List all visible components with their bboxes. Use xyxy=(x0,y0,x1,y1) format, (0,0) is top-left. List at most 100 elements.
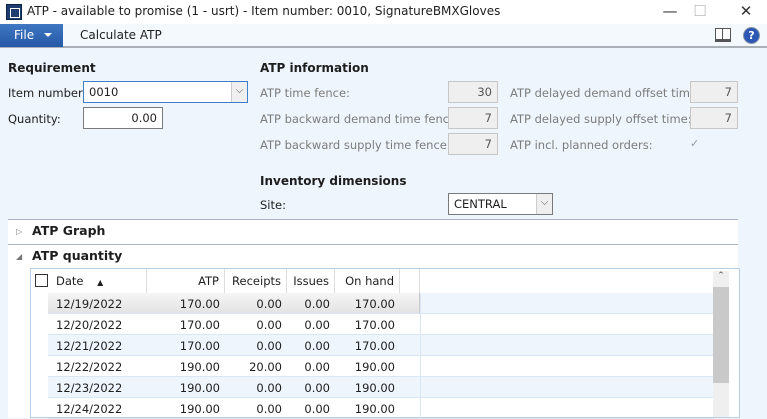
table-row[interactable]: 12/20/2022 170.00 0.00 0.00 170.00 xyxy=(48,314,714,335)
cell-on-hand[interactable]: 190.00 xyxy=(335,381,400,395)
inventory-dimensions-heading: Inventory dimensions xyxy=(260,174,407,188)
cell-receipts[interactable]: 0.00 xyxy=(225,339,287,353)
close-button[interactable]: ✕ xyxy=(731,2,761,20)
cell-date[interactable]: 12/23/2022 xyxy=(48,381,147,395)
table-row[interactable]: 12/23/2022 190.00 0.00 0.00 190.00 xyxy=(48,377,714,398)
item-number-field[interactable]: 0010 ⌵ xyxy=(83,81,248,103)
atp-quantity-title: ATP quantity xyxy=(32,248,123,263)
cell-atp[interactable]: 190.00 xyxy=(147,402,225,416)
atp-delayed-supply-label: ATP delayed supply offset time: xyxy=(510,112,692,126)
date-header-label: Date xyxy=(56,274,84,288)
cell-receipts[interactable]: 0.00 xyxy=(225,381,287,395)
column-header-issues[interactable]: Issues xyxy=(287,269,335,293)
cell-date[interactable]: 12/21/2022 xyxy=(48,339,147,353)
cell-date[interactable]: 12/22/2022 xyxy=(48,360,147,374)
atp-backward-supply-label: ATP backward supply time fence: xyxy=(260,138,451,152)
column-divider xyxy=(420,377,421,398)
cell-issues[interactable]: 0.00 xyxy=(287,297,335,311)
sort-ascending-icon: ▲ xyxy=(97,278,104,287)
column-divider xyxy=(420,293,421,314)
table-row[interactable]: 12/24/2022 190.00 0.00 0.00 190.00 xyxy=(48,398,714,419)
atp-graph-title: ATP Graph xyxy=(32,223,106,238)
title-bar: ATP - available to promise (1 - usrt) - … xyxy=(0,0,767,24)
site-value: CENTRAL xyxy=(454,197,507,211)
cell-issues[interactable]: 0.00 xyxy=(287,360,335,374)
site-field[interactable]: CENTRAL ⌵ xyxy=(448,193,553,215)
requirement-heading: Requirement xyxy=(8,61,96,75)
cell-receipts[interactable]: 0.00 xyxy=(225,318,287,332)
column-header-date[interactable]: Date ▲ xyxy=(48,269,147,293)
collapse-icon: ◢ xyxy=(16,252,23,261)
cell-issues[interactable]: 0.00 xyxy=(287,381,335,395)
scroll-up-icon[interactable]: ⌃ xyxy=(713,271,729,287)
app-logo-icon xyxy=(6,4,22,20)
help-icon[interactable]: ? xyxy=(743,27,760,44)
item-number-label: Item number: xyxy=(8,86,87,100)
select-all-checkbox[interactable] xyxy=(35,274,48,287)
item-number-value: 0010 xyxy=(89,85,119,99)
cell-issues[interactable]: 0.00 xyxy=(287,402,335,416)
cell-on-hand[interactable]: 190.00 xyxy=(335,402,400,416)
window-title: ATP - available to promise (1 - usrt) - … xyxy=(27,4,501,18)
cell-on-hand[interactable]: 170.00 xyxy=(335,339,400,353)
column-divider xyxy=(420,356,421,377)
cell-on-hand[interactable]: 170.00 xyxy=(335,297,400,311)
atp-delayed-supply-field: 7 xyxy=(690,107,738,129)
atp-quantity-section-header[interactable]: ◢ ATP quantity xyxy=(8,244,738,268)
file-label: File xyxy=(14,28,35,42)
column-divider xyxy=(420,314,421,335)
column-divider xyxy=(420,335,421,356)
cell-atp[interactable]: 190.00 xyxy=(147,381,225,395)
cell-on-hand[interactable]: 170.00 xyxy=(335,318,400,332)
chevron-down-icon xyxy=(44,33,52,37)
site-label: Site: xyxy=(260,198,286,212)
atp-backward-demand-field: 7 xyxy=(448,107,498,129)
calculate-atp-button[interactable]: Calculate ATP xyxy=(80,28,162,42)
column-header-atp[interactable]: ATP xyxy=(147,269,225,293)
atp-time-fence-field: 30 xyxy=(448,81,498,103)
quantity-field[interactable]: 0.00 xyxy=(83,107,163,129)
grid-header: Date ▲ ATP Receipts Issues On hand xyxy=(31,269,713,293)
cell-issues[interactable]: 0.00 xyxy=(287,339,335,353)
column-header-receipts[interactable]: Receipts xyxy=(225,269,287,293)
cell-receipts[interactable]: 0.00 xyxy=(225,402,287,416)
action-pane: File Calculate ATP ? xyxy=(0,24,767,48)
cell-date[interactable]: 12/19/2022 xyxy=(48,297,147,311)
cell-atp[interactable]: 170.00 xyxy=(147,297,225,311)
table-row[interactable]: 12/19/2022 170.00 0.00 0.00 170.00 xyxy=(48,293,714,314)
chevron-down-icon[interactable]: ⌵ xyxy=(231,82,247,102)
expand-icon: ▷ xyxy=(16,227,23,236)
atp-time-fence-label: ATP time fence: xyxy=(260,86,350,100)
cell-date[interactable]: 12/20/2022 xyxy=(48,318,147,332)
atp-delayed-demand-label: ATP delayed demand offset time: xyxy=(510,86,701,100)
atp-planned-orders-label: ATP incl. planned orders: xyxy=(510,138,653,152)
column-header-on-hand[interactable]: On hand xyxy=(335,269,400,293)
file-menu-button[interactable]: File xyxy=(0,24,63,47)
column-divider xyxy=(420,398,421,419)
vertical-scrollbar[interactable]: ⌃ xyxy=(713,271,729,417)
cell-receipts[interactable]: 20.00 xyxy=(225,360,287,374)
atp-backward-supply-field: 7 xyxy=(448,133,498,155)
column-header-blank xyxy=(400,269,420,293)
cell-date[interactable]: 12/24/2022 xyxy=(48,402,147,416)
minimize-button[interactable]: — xyxy=(655,2,685,20)
scrollbar-thumb[interactable] xyxy=(713,287,729,383)
atp-delayed-demand-field: 7 xyxy=(690,81,738,103)
maximize-button[interactable]: ☐ xyxy=(685,2,715,20)
cell-receipts[interactable]: 0.00 xyxy=(225,297,287,311)
cell-atp[interactable]: 170.00 xyxy=(147,318,225,332)
table-row[interactable]: 12/21/2022 170.00 0.00 0.00 170.00 xyxy=(48,335,714,356)
cell-atp[interactable]: 190.00 xyxy=(147,360,225,374)
atp-graph-section-header[interactable]: ▷ ATP Graph xyxy=(8,219,738,243)
atp-planned-orders-checkbox: ✓ xyxy=(690,137,700,150)
cell-on-hand[interactable]: 190.00 xyxy=(335,360,400,374)
layout-icon[interactable] xyxy=(715,28,731,42)
atp-information-heading: ATP information xyxy=(260,61,369,75)
cell-issues[interactable]: 0.00 xyxy=(287,318,335,332)
atp-quantity-grid: Date ▲ ATP Receipts Issues On hand 12/19… xyxy=(30,268,740,419)
atp-backward-demand-label: ATP backward demand time fence: xyxy=(260,112,461,126)
quantity-label: Quantity: xyxy=(8,112,61,126)
cell-atp[interactable]: 170.00 xyxy=(147,339,225,353)
table-row[interactable]: 12/22/2022 190.00 20.00 0.00 190.00 xyxy=(48,356,714,377)
chevron-down-icon[interactable]: ⌵ xyxy=(536,194,552,214)
